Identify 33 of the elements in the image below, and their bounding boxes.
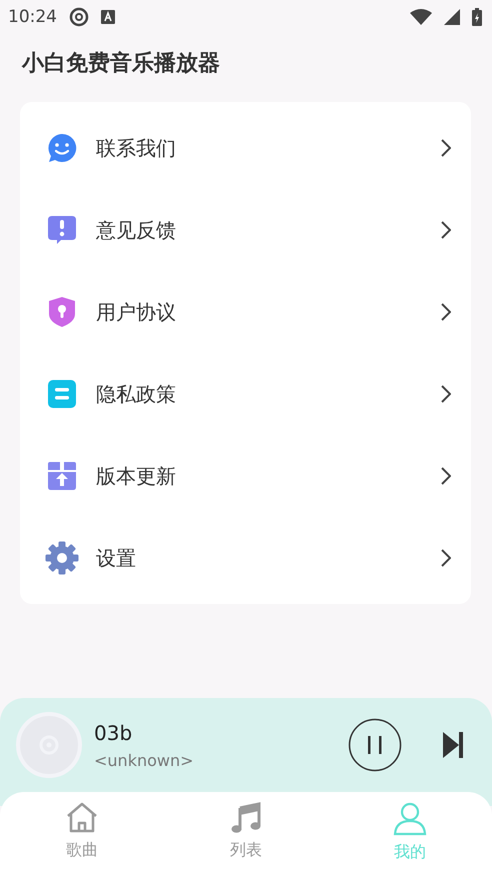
battery-icon — [472, 8, 482, 26]
menu-item[interactable]: 联系我们 — [20, 107, 471, 189]
settings-icon — [45, 541, 79, 575]
chevron-right-icon — [441, 549, 451, 567]
music-note-icon — [231, 802, 261, 834]
app-title: 小白免费音乐播放器 — [22, 50, 221, 78]
status-time: 10:24 — [8, 7, 57, 27]
document-icon — [47, 379, 77, 409]
chevron-right-icon — [441, 221, 451, 239]
song-artist: <unknown> — [94, 750, 195, 770]
chevron-right-icon — [441, 139, 451, 157]
chevron-right-icon — [441, 467, 451, 485]
signal-icon — [444, 9, 460, 25]
menu-item[interactable]: 意见反馈 — [20, 189, 471, 271]
home-icon — [65, 802, 99, 834]
skip-next-button[interactable] — [442, 731, 464, 759]
pause-button[interactable] — [348, 718, 402, 772]
wifi-icon — [410, 9, 432, 25]
menu-item[interactable]: 隐私政策 — [20, 353, 471, 435]
menu-item[interactable]: 版本更新 — [20, 435, 471, 517]
menu-item[interactable]: 设置 — [20, 517, 471, 599]
keyboard-icon — [101, 10, 115, 24]
chevron-right-icon — [441, 303, 451, 321]
disc-icon — [69, 7, 89, 27]
smiley-chat-icon — [47, 133, 77, 163]
chevron-right-icon — [441, 385, 451, 403]
song-title: 03b — [94, 720, 134, 744]
upload-box-icon — [47, 461, 77, 491]
user-icon — [393, 802, 427, 836]
shield-lock-icon — [47, 296, 77, 328]
album-disc-icon — [16, 712, 82, 778]
menu-item[interactable]: 用户协议 — [20, 271, 471, 353]
exclamation-chat-icon — [47, 215, 77, 245]
